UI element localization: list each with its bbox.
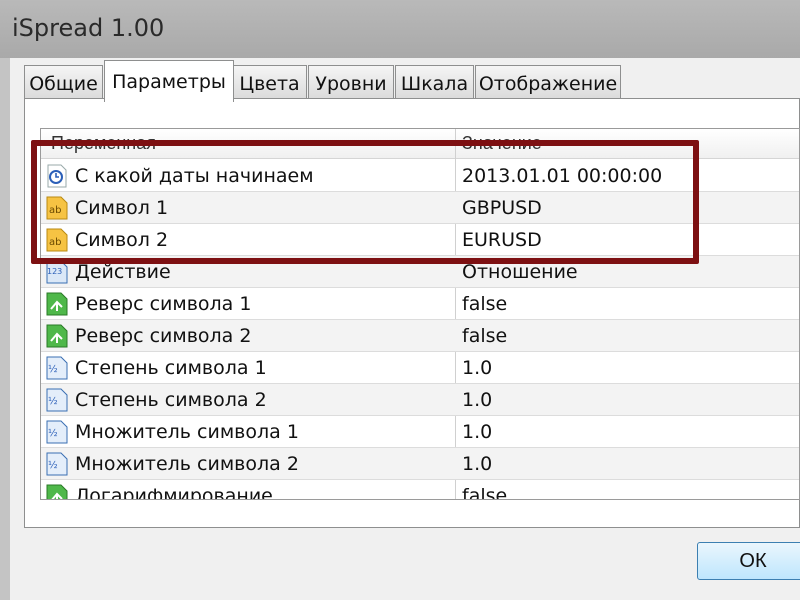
tab-display[interactable]: Отображение [475,65,621,101]
param-name: Множитель символа 1 [75,421,299,443]
bool-arrow-icon [46,484,68,499]
param-value[interactable]: false [462,293,507,315]
tab-scale[interactable]: Шкала [395,65,474,101]
svg-text:123: 123 [47,267,62,276]
svg-text:½: ½ [48,459,58,471]
bool-arrow-icon [46,292,68,316]
tab-colors[interactable]: Цвета [232,65,307,101]
window-title: iSpread 1.00 [12,14,165,42]
param-name: Действие [75,261,171,283]
svg-text:½: ½ [48,427,58,439]
param-value[interactable]: 1.0 [462,421,492,443]
param-name: Множитель символа 2 [75,453,299,475]
table-row[interactable]: Логарифмирование false [41,480,799,500]
param-name: Реверс символа 2 [75,325,252,347]
table-row[interactable]: ½ Степень символа 2 1.0 [41,384,799,416]
fraction-half-icon: ½ [46,452,68,476]
param-name: Логарифмирование [75,485,273,500]
fraction-half-icon: ½ [46,388,68,412]
svg-text:½: ½ [48,395,58,407]
param-value[interactable]: Отношение [462,261,578,283]
param-value[interactable]: 1.0 [462,453,492,475]
fraction-half-icon: ½ [46,420,68,444]
param-value[interactable]: false [462,325,507,347]
tab-general[interactable]: Общие [24,65,103,101]
param-value[interactable]: false [462,485,507,499]
table-row[interactable]: ½ Множитель символа 1 1.0 [41,416,799,448]
param-value[interactable]: 1.0 [462,357,492,379]
title-bar[interactable]: iSpread 1.00 [0,0,800,58]
ok-button[interactable]: ОК [697,542,800,580]
bool-arrow-icon [46,324,68,348]
param-name: Реверс символа 1 [75,293,252,315]
param-value[interactable]: 1.0 [462,389,492,411]
svg-text:½: ½ [48,363,58,375]
param-name: Степень символа 2 [75,389,267,411]
tab-levels[interactable]: Уровни [308,65,394,101]
fraction-half-icon: ½ [46,356,68,380]
table-row[interactable]: Реверс символа 1 false [41,288,799,320]
tab-parameters[interactable]: Параметры [104,60,234,102]
table-row[interactable]: ½ Множитель символа 2 1.0 [41,448,799,480]
highlight-frame [31,140,699,264]
param-name: Степень символа 1 [75,357,267,379]
table-row[interactable]: Реверс символа 2 false [41,320,799,352]
table-row[interactable]: ½ Степень символа 1 1.0 [41,352,799,384]
